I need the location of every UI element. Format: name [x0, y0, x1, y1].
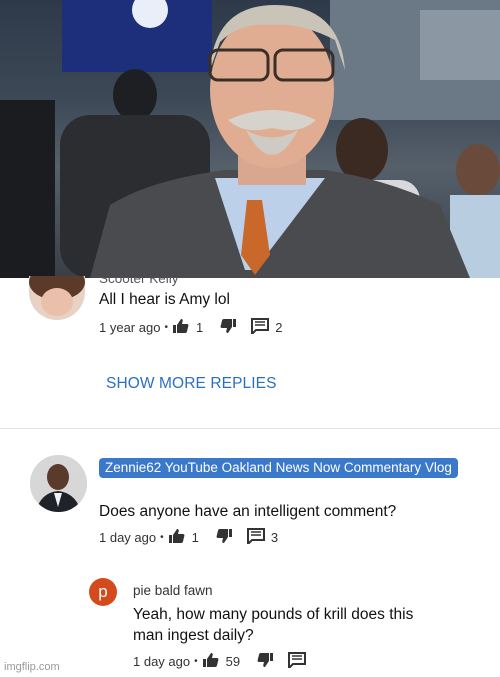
thumbs-up-icon[interactable]	[202, 652, 220, 671]
reply2-avatar-letter: p	[98, 582, 108, 601]
comment-avatar[interactable]	[30, 455, 87, 512]
comment-like-count: 1	[191, 530, 199, 545]
reply2-time: 1 day ago	[133, 654, 191, 669]
reply1-reply-count: 2	[275, 320, 283, 335]
reply1-meta: 1 year ago • 1 2	[99, 318, 298, 337]
comment-author-badge[interactable]: Zennie62 YouTube Oakland News Now Commen…	[99, 458, 458, 478]
reply-icon[interactable]	[288, 652, 307, 671]
meme-photo	[0, 0, 500, 278]
thumbs-down-icon[interactable]	[256, 652, 274, 671]
show-more-replies-button[interactable]: SHOW MORE REPLIES	[106, 375, 277, 393]
thumbs-down-icon[interactable]	[215, 528, 233, 547]
reply2-text-line1: Yeah, how many pounds of krill does this	[133, 606, 414, 623]
reply1-time: 1 year ago	[99, 320, 161, 335]
comment-text: Does anyone have an intelligent comment?	[99, 503, 397, 520]
reply2-text-line2: man ingest daily?	[133, 627, 254, 644]
separator-dot: •	[160, 532, 164, 543]
imgflip-watermark: imgflip.com	[4, 661, 60, 673]
thumbs-up-icon[interactable]	[172, 318, 190, 337]
reply2-meta: 1 day ago • 59	[133, 652, 307, 671]
separator-dot: •	[194, 656, 198, 667]
divider	[0, 428, 500, 429]
reply1-like-count: 1	[195, 320, 204, 335]
thumbs-down-icon[interactable]	[219, 318, 237, 337]
comment-reply-count: 3	[270, 530, 279, 545]
comment-meta: 1 day ago • 1 3	[99, 528, 294, 547]
reply-icon[interactable]	[246, 528, 265, 547]
thumbs-up-icon[interactable]	[168, 528, 186, 547]
reply-icon[interactable]	[251, 318, 270, 337]
reply2-author[interactable]: pie bald fawn	[133, 583, 213, 598]
reply2-avatar[interactable]: p	[89, 578, 117, 606]
reply1-text: All I hear is Amy lol	[99, 291, 230, 308]
separator-dot: •	[164, 322, 168, 333]
reply1-avatar[interactable]	[29, 276, 85, 320]
comment-time: 1 day ago	[99, 530, 157, 545]
reply2-like-count: 59	[225, 654, 241, 669]
